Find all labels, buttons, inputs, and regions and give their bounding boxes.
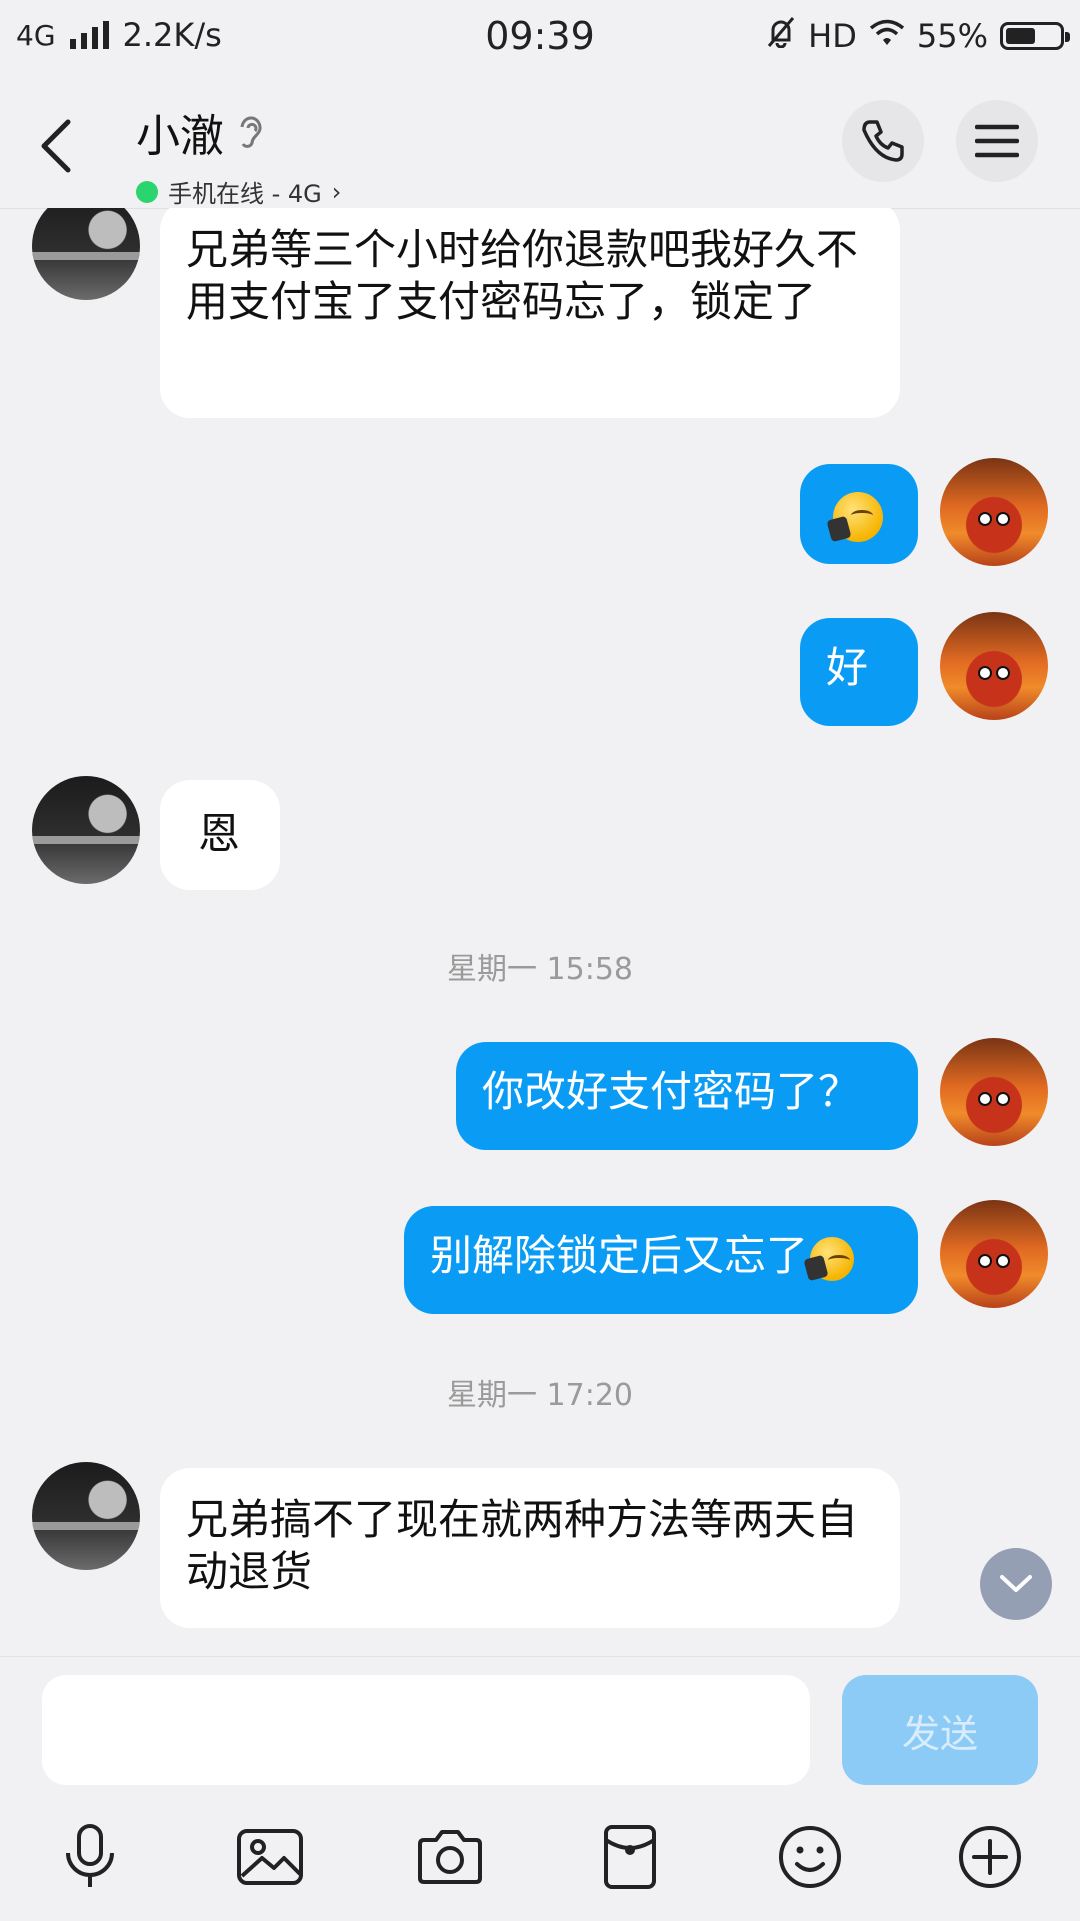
my-avatar[interactable] bbox=[940, 1200, 1048, 1308]
emoji-icon bbox=[779, 1826, 841, 1888]
contact-avatar[interactable] bbox=[32, 208, 140, 300]
emoji-button[interactable] bbox=[772, 1819, 848, 1895]
message-text: 你改好支付密码了？ bbox=[482, 1067, 861, 1116]
incoming-message[interactable]: 兄弟搞不了现在就两种方法等两天自动退货 bbox=[160, 1468, 900, 1628]
chevron-right-icon: › bbox=[331, 177, 342, 206]
message-text: 别解除锁定后又忘了 bbox=[430, 1231, 809, 1280]
hd-label: HD bbox=[808, 17, 857, 55]
online-status-text: 手机在线 - 4G bbox=[168, 180, 322, 208]
incoming-message[interactable]: 兄弟等三个小时给你退款吧我好久不用支付宝了支付密码忘了，锁定了 bbox=[160, 208, 900, 418]
sweat-emoji-icon bbox=[810, 1236, 855, 1281]
microphone-icon bbox=[66, 1824, 114, 1887]
image-icon bbox=[237, 1829, 303, 1885]
voice-button[interactable] bbox=[52, 1819, 128, 1895]
chevron-down-icon bbox=[1000, 1575, 1032, 1592]
my-avatar[interactable] bbox=[940, 612, 1048, 720]
online-dot bbox=[136, 180, 158, 203]
online-status: 手机在线 - 4G › bbox=[136, 174, 341, 209]
outgoing-message[interactable]: 别解除锁定后又忘了 bbox=[404, 1206, 918, 1314]
menu-icon bbox=[975, 124, 1019, 158]
battery-percent: 55% bbox=[916, 17, 988, 55]
outgoing-message[interactable]: 你改好支付密码了？ bbox=[456, 1042, 918, 1150]
call-button[interactable] bbox=[842, 100, 924, 182]
battery-fill bbox=[1006, 28, 1035, 44]
menu-button[interactable] bbox=[956, 100, 1038, 182]
timestamp: 星期一 15:58 bbox=[447, 952, 633, 987]
camera-button[interactable] bbox=[412, 1819, 488, 1895]
chat-header: 小澈 手机在线 - 4G › bbox=[0, 76, 1080, 209]
mute-bell-icon bbox=[766, 16, 796, 56]
contact-info[interactable]: 小澈 手机在线 - 4G › bbox=[136, 100, 341, 209]
message-text: 恩 bbox=[198, 809, 241, 858]
message-text: 兄弟搞不了现在就两种方法等两天自动退货 bbox=[186, 1495, 859, 1596]
message-input[interactable] bbox=[42, 1675, 810, 1785]
plus-icon bbox=[959, 1826, 1021, 1888]
outgoing-message[interactable] bbox=[800, 464, 918, 564]
message-text: 好 bbox=[826, 643, 869, 692]
red-packet-button[interactable] bbox=[592, 1819, 668, 1895]
message-text: 兄弟等三个小时给你退款吧我好久不用支付宝了支付密码忘了，锁定了 bbox=[186, 225, 859, 326]
wifi-icon bbox=[869, 17, 905, 55]
sweat-emoji-icon bbox=[833, 491, 883, 542]
status-bar: 4G 2.2K/s 09:39 HD 55% bbox=[0, 0, 1080, 76]
send-button[interactable]: 发送 bbox=[842, 1675, 1038, 1785]
my-avatar[interactable] bbox=[940, 458, 1048, 566]
incoming-message[interactable]: 恩 bbox=[160, 780, 280, 890]
red-packet-icon bbox=[604, 1825, 656, 1889]
contact-avatar[interactable] bbox=[32, 776, 140, 884]
status-right: HD 55% bbox=[766, 16, 1070, 56]
composer-toolbar bbox=[0, 1819, 1080, 1899]
battery-icon bbox=[1000, 22, 1070, 50]
back-button[interactable] bbox=[34, 106, 84, 186]
ear-icon bbox=[240, 116, 262, 148]
camera-icon bbox=[418, 1830, 482, 1884]
timestamp: 星期一 17:20 bbox=[447, 1378, 633, 1413]
scroll-to-bottom-button[interactable] bbox=[980, 1548, 1052, 1620]
composer: 发送 bbox=[0, 1656, 1080, 1921]
phone-icon bbox=[862, 120, 904, 162]
contact-name-row: 小澈 bbox=[136, 100, 341, 164]
back-arrow-icon bbox=[41, 119, 71, 173]
message-list[interactable]: 兄弟等三个小时给你退款吧我好久不用支付宝了支付密码忘了，锁定了 好 恩 星期一 … bbox=[0, 208, 1080, 1656]
image-button[interactable] bbox=[232, 1819, 308, 1895]
more-button[interactable] bbox=[952, 1819, 1028, 1895]
contact-name: 小澈 bbox=[136, 111, 224, 162]
my-avatar[interactable] bbox=[940, 1038, 1048, 1146]
outgoing-message[interactable]: 好 bbox=[800, 618, 918, 726]
contact-avatar[interactable] bbox=[32, 1462, 140, 1570]
